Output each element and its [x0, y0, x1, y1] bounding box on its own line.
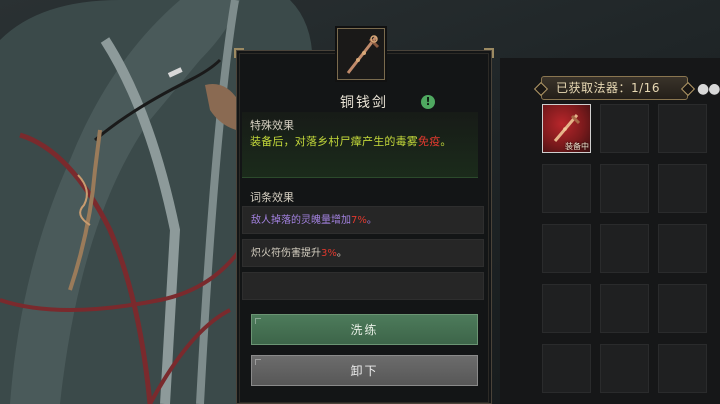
- artifact-count-bar: 已获取法器：1/16: [541, 76, 688, 100]
- more-dots-icon[interactable]: ●●: [697, 81, 720, 97]
- artifact-slot-empty[interactable]: [600, 224, 649, 273]
- equipped-tag: 装备中: [565, 142, 589, 151]
- artifact-slot-empty[interactable]: [658, 224, 707, 273]
- panel-corner-ornament: [234, 48, 244, 58]
- button-notch-ornament: [255, 359, 261, 365]
- artifact-slot-equipped[interactable]: 装备中: [542, 104, 591, 153]
- affix-row: 敌人掉落的灵魄量增加7%。: [242, 206, 484, 234]
- special-effect-text: 装备后，对落乡村尸瘴产生的毒雾免疫。: [250, 133, 452, 149]
- item-name: 铜钱剑: [340, 95, 388, 111]
- artifact-slot-empty[interactable]: [542, 344, 591, 393]
- affix-effect-title: 词条效果: [250, 191, 294, 204]
- affix-value: 3%: [321, 248, 337, 259]
- artifact-grid: 装备中: [542, 104, 707, 393]
- button-notch-ornament: [255, 318, 261, 324]
- artifact-slot-empty[interactable]: [542, 224, 591, 273]
- affix-suffix: 。: [366, 215, 377, 226]
- special-effect-highlight: 免疫: [418, 135, 441, 148]
- affix-suffix: 。: [336, 248, 347, 259]
- affix-value: 7%: [351, 215, 367, 226]
- unload-button[interactable]: 卸下: [251, 355, 478, 386]
- artifact-slot-empty[interactable]: [600, 284, 649, 333]
- affix-text: 炽火符伤害提升: [251, 248, 321, 259]
- artifact-slot-empty[interactable]: [658, 164, 707, 213]
- special-effect-title: 特殊效果: [250, 119, 294, 132]
- special-effect-text-suffix: 。: [440, 135, 452, 148]
- panel-corner-ornament: [484, 48, 494, 58]
- artifact-slot-empty[interactable]: [600, 164, 649, 213]
- affix-row-empty: [242, 272, 484, 300]
- artifact-slot-empty[interactable]: [658, 344, 707, 393]
- artifact-slot-empty[interactable]: [542, 284, 591, 333]
- affix-row: 炽火符伤害提升3%。: [242, 239, 484, 267]
- artifact-slot-empty[interactable]: [658, 284, 707, 333]
- coin-sword-icon: [553, 114, 581, 142]
- wash-button[interactable]: 洗练: [251, 314, 478, 345]
- wash-button-label: 洗练: [350, 323, 379, 337]
- artifact-count-label: 已获取法器：1/16: [556, 81, 660, 95]
- unload-button-label: 卸下: [350, 364, 379, 378]
- info-icon[interactable]: !: [421, 95, 435, 109]
- affix-text: 敌人掉落的灵魄量增加: [251, 215, 351, 226]
- coin-sword-icon: [337, 28, 385, 80]
- artifact-slot-empty[interactable]: [600, 104, 649, 153]
- artifact-slot-empty[interactable]: [658, 104, 707, 153]
- artifact-slot-empty[interactable]: [542, 164, 591, 213]
- artifact-slot-empty[interactable]: [600, 344, 649, 393]
- special-effect-text-prefix: 装备后，对落乡村尸瘴产生的毒雾: [250, 135, 418, 148]
